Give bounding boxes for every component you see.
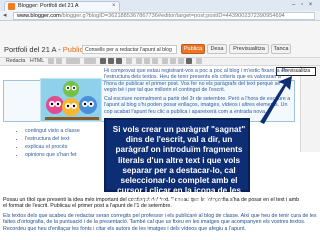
- window-controls[interactable]: – ▫ ×: [292, 1, 317, 9]
- bullet-list-icon[interactable]: [178, 58, 184, 64]
- video-icon[interactable]: [152, 58, 158, 64]
- numbered-list-icon[interactable]: [170, 58, 176, 64]
- align-icon[interactable]: [162, 58, 168, 64]
- url-path: /blogger.g?blogID=3621885367867736#edito…: [61, 13, 285, 19]
- list-item: contingut visto a classe: [25, 127, 110, 135]
- address-bar: ◂ www.blogger.com /blogger.g?blogID=3621…: [0, 11, 320, 21]
- redo-icon[interactable]: [56, 58, 62, 64]
- quote-icon[interactable]: [186, 58, 192, 64]
- list-item: opinions que s'han fet: [25, 151, 110, 159]
- text-color-icon[interactable]: [126, 58, 132, 64]
- save-button[interactable]: Desa: [207, 44, 227, 54]
- clear-format-icon[interactable]: [196, 58, 202, 64]
- url-host: www.blogger.com: [17, 13, 61, 19]
- pointer-arrow-icon: [260, 76, 292, 124]
- list-item: l'estructura del text: [25, 135, 110, 143]
- browser-tab-bar: Blogger: Portfoli del 21 A × – ▫ ×: [0, 0, 320, 11]
- blog-name: Portfoli del 21 A -: [4, 45, 63, 54]
- image-icon[interactable]: [144, 58, 150, 64]
- post-title-value: Consells per a redactar l'apunt al blog: [85, 47, 172, 53]
- paragraph-4: Els textos dels que acabeu de redactar s…: [3, 213, 317, 232]
- close-button[interactable]: Tanca: [271, 44, 291, 54]
- callout-text: Si vols crear un paràgraf "sagnat" dins …: [112, 125, 246, 206]
- back-arrow-icon[interactable]: ◂: [3, 11, 7, 20]
- font-select[interactable]: [66, 58, 80, 64]
- preview-button[interactable]: Previsualitza: [229, 44, 269, 54]
- tab-compose[interactable]: Redacta: [6, 57, 25, 65]
- tab-close-icon[interactable]: ×: [112, 2, 116, 11]
- list-item: explicau el procés: [25, 143, 110, 151]
- publish-button[interactable]: Publica: [181, 44, 205, 54]
- bullet-list: contingut visto a classe l'estructura de…: [18, 127, 110, 159]
- underline-icon[interactable]: [116, 58, 122, 64]
- italic-icon[interactable]: [108, 58, 114, 64]
- post-title-input[interactable]: Consells per a redactar l'apunt al blog: [82, 45, 177, 54]
- font-size-select[interactable]: [84, 58, 96, 64]
- bold-icon[interactable]: [100, 58, 106, 64]
- blogger-favicon-icon: [8, 3, 15, 10]
- undo-icon[interactable]: [48, 58, 54, 64]
- browser-tab[interactable]: Blogger: Portfoli del 21 A ×: [4, 1, 120, 11]
- link-icon[interactable]: [136, 58, 142, 64]
- url-field[interactable]: www.blogger.com /blogger.g?blogID=362188…: [13, 12, 315, 20]
- tip-callout: Si vols crear un paràgraf "sagnat" dins …: [104, 118, 250, 205]
- owls-image[interactable]: [40, 78, 102, 122]
- tab-title: Blogger: Portfoli del 21 A: [18, 3, 79, 9]
- tab-html[interactable]: HTML: [30, 57, 44, 65]
- post-settings-panel: [300, 66, 320, 152]
- owls-illustration: [45, 81, 99, 120]
